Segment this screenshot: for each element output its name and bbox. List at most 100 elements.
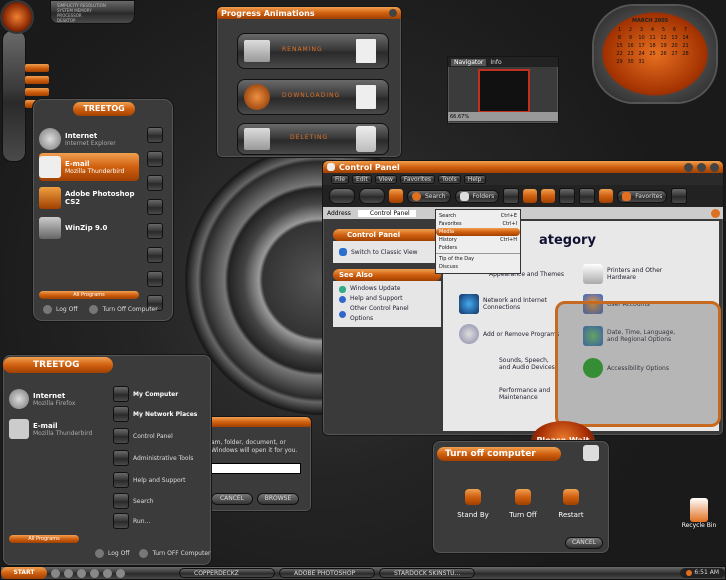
quicklaunch-icon[interactable] — [64, 568, 73, 578]
logoff-icon[interactable] — [95, 549, 104, 558]
menu-file[interactable]: File — [331, 174, 350, 184]
see-also-item[interactable]: Windows Update — [339, 284, 435, 294]
turnoff-option[interactable]: Turn Off — [503, 489, 543, 519]
close-icon[interactable] — [710, 162, 719, 172]
start2-right-item[interactable]: My Computer — [113, 385, 209, 403]
delete-icon[interactable] — [599, 189, 614, 203]
calendar-day[interactable]: 28 — [680, 50, 691, 58]
calendar-day[interactable]: 29 — [614, 58, 625, 66]
view-menu-item[interactable]: Folders — [436, 244, 520, 252]
calendar-day[interactable]: 16 — [625, 42, 636, 50]
logoff-icon[interactable] — [43, 305, 52, 314]
forward-icon[interactable] — [359, 188, 385, 204]
quicklaunch-icon[interactable] — [51, 568, 60, 578]
calendar-day[interactable]: 6 — [669, 26, 680, 34]
calendar-day[interactable]: 15 — [614, 42, 625, 50]
calendar-day[interactable]: 18 — [647, 42, 658, 50]
cut-icon[interactable] — [559, 188, 576, 204]
quicklaunch-icon[interactable] — [77, 568, 86, 578]
view-menu-item[interactable]: Search Ctrl+E — [436, 212, 520, 220]
calendar-day[interactable]: 4 — [647, 26, 658, 34]
turnoff-cancel-button[interactable]: CANCEL — [565, 537, 603, 549]
calendar-day[interactable]: 14 — [680, 34, 691, 42]
start1-item-email[interactable]: E-mail Mozilla Thunderbird — [39, 153, 139, 181]
network-icon[interactable] — [147, 223, 163, 239]
logoff-label[interactable]: Log Off — [108, 550, 129, 557]
calendar-day[interactable]: 31 — [636, 58, 647, 66]
calendar-day[interactable]: 30 — [625, 58, 636, 66]
start1-item-internet[interactable]: Internet Internet Explorer — [39, 125, 139, 153]
search-icon[interactable] — [147, 271, 163, 287]
restart-option[interactable]: Restart — [551, 489, 591, 519]
turnoff-label[interactable]: Turn OFF Computer — [152, 550, 210, 557]
tray-icon[interactable] — [686, 569, 693, 576]
menu-view[interactable]: View — [374, 174, 397, 184]
calendar-day[interactable]: 24 — [636, 50, 647, 58]
start2-item-email[interactable]: E-mail Mozilla Thunderbird — [9, 413, 109, 445]
calendar-day[interactable]: 27 — [669, 50, 680, 58]
up-icon[interactable] — [389, 189, 403, 203]
turnoff-label[interactable]: Turn Off Computer — [102, 306, 157, 313]
start2-right-item[interactable]: Control Panel — [113, 425, 209, 447]
calendar-day[interactable]: 17 — [636, 42, 647, 50]
run-input[interactable] — [211, 463, 301, 474]
menu-favorites[interactable]: Favorites — [399, 174, 436, 184]
calendar-day[interactable]: 12 — [658, 34, 669, 42]
paste-icon[interactable] — [579, 188, 596, 204]
start2-right-item[interactable]: My Network Places — [113, 403, 209, 425]
menu-tools[interactable]: Tools — [438, 174, 461, 184]
category-item[interactable]: Printers and Other Hardware — [583, 259, 713, 289]
recycle-bin[interactable]: Recycle Bin — [676, 498, 722, 529]
taskbar-button[interactable]: ADOBE PHOTOSHOP — [279, 568, 375, 578]
tab-info[interactable]: Info — [490, 59, 501, 66]
start2-right-item[interactable]: Run... — [113, 511, 209, 531]
start2-right-item[interactable]: Search — [113, 491, 209, 511]
menu-help[interactable]: Help — [463, 174, 486, 184]
start1-item-winzip[interactable]: WinZip 9.0 — [39, 215, 139, 241]
calendar-day[interactable]: 5 — [658, 26, 669, 34]
calendar-day[interactable]: 19 — [658, 42, 669, 50]
calendar-day[interactable]: 10 — [636, 34, 647, 42]
folders-button[interactable]: Folders — [454, 189, 500, 203]
music-icon[interactable] — [147, 175, 163, 191]
documents-icon[interactable] — [147, 127, 163, 143]
start-button[interactable]: START — [1, 567, 47, 579]
move-icon[interactable] — [541, 189, 556, 203]
logoff-label[interactable]: Log Off — [56, 306, 77, 313]
see-also-item[interactable]: Other Control Panel Options — [339, 304, 435, 324]
controlpanel-icon[interactable] — [147, 247, 163, 263]
view-menu-item[interactable]: History Ctrl+H — [436, 236, 520, 244]
back-icon[interactable] — [329, 188, 355, 204]
start2-item-internet[interactable]: Internet Mozilla Firefox — [9, 385, 109, 413]
calendar-day[interactable]: 3 — [636, 26, 647, 34]
dock-button[interactable] — [25, 88, 49, 96]
see-also-item[interactable]: Help and Support — [339, 294, 435, 304]
taskbar-button[interactable]: COPPERDECKZ — [179, 568, 275, 578]
calendar-day[interactable]: 9 — [625, 34, 636, 42]
calendar-day[interactable]: 1 — [614, 26, 625, 34]
view-menu-item[interactable]: Favorites Ctrl+I — [436, 220, 520, 228]
view-menu-item[interactable]: Media — [436, 228, 520, 236]
calendar-day[interactable]: 11 — [647, 34, 658, 42]
start2-right-item[interactable]: Administrative Tools — [113, 447, 209, 469]
view-menu-item[interactable]: Discuss — [436, 263, 520, 271]
start2-all-programs[interactable]: All Programs — [9, 535, 79, 543]
run-cancel-button[interactable]: CANCEL — [211, 493, 253, 505]
calendar-day[interactable]: 25 — [647, 50, 658, 58]
calendar-day[interactable]: 20 — [669, 42, 680, 50]
run-browse-button[interactable]: BROWSE — [257, 493, 299, 505]
calendar-day[interactable]: 23 — [625, 50, 636, 58]
pictures-icon[interactable] — [147, 151, 163, 167]
calendar-day[interactable]: 26 — [658, 50, 669, 58]
address-field[interactable]: Control Panel — [357, 209, 416, 217]
search-button[interactable]: Search — [407, 189, 451, 203]
dock-button[interactable] — [25, 76, 49, 84]
start2-right-item[interactable]: Help and Support — [113, 469, 209, 491]
switch-classic-link[interactable]: Switch to Classic View — [333, 241, 441, 263]
maximize-icon[interactable] — [697, 162, 706, 172]
menu-edit[interactable]: Edit — [352, 174, 372, 184]
quicklaunch-icon[interactable] — [116, 568, 125, 578]
calendar-day[interactable]: 21 — [680, 42, 691, 50]
computer-icon[interactable] — [147, 199, 163, 215]
dock-button[interactable] — [25, 64, 49, 72]
